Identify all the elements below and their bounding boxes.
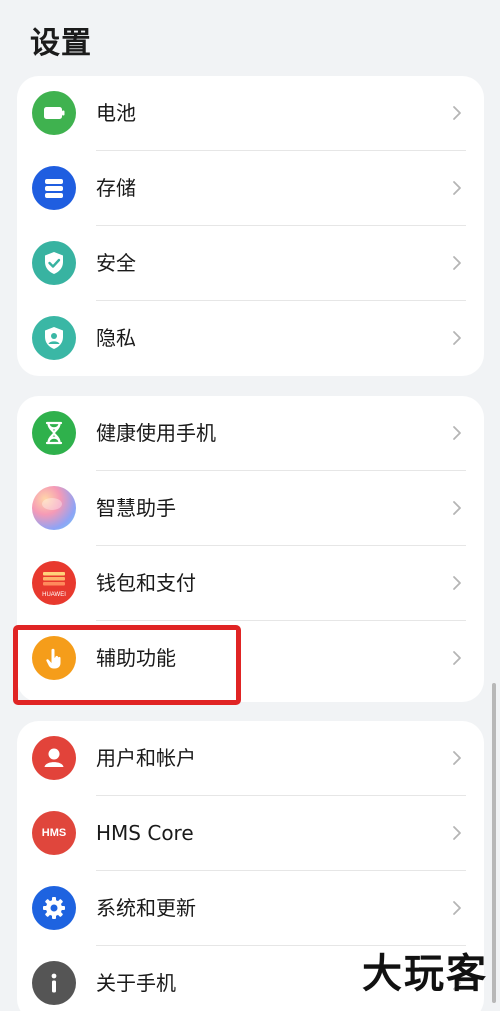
settings-item-label: 关于手机: [96, 971, 176, 995]
hms-icon: HMS: [32, 811, 76, 855]
storage-icon: [32, 166, 76, 210]
assistant-orb-icon: [32, 486, 76, 530]
settings-item-hms-core[interactable]: HMS HMS Core: [17, 796, 484, 871]
settings-group-features: 健康使用手机 智慧助手 HUAWEI 钱包和支付 辅助功能: [17, 396, 484, 702]
settings-item-security[interactable]: 安全: [17, 226, 484, 301]
wallet-icon: HUAWEI: [32, 561, 76, 605]
chevron-right-icon: [453, 751, 461, 765]
settings-item-label: 存储: [96, 176, 136, 200]
settings-page: 设置 电池 存储 安全 隐私 健康使用手机 智慧助手 HUAWEI 钱包和支付 …: [0, 0, 500, 1011]
scrollbar[interactable]: [492, 683, 496, 1003]
chevron-right-icon: [453, 256, 461, 270]
chevron-right-icon: [453, 331, 461, 345]
settings-item-label: 钱包和支付: [96, 571, 196, 595]
settings-item-label: 电池: [96, 101, 136, 125]
settings-item-label: 智慧助手: [96, 496, 176, 520]
settings-item-system-update[interactable]: 系统和更新: [17, 871, 484, 946]
settings-item-label: 用户和帐户: [96, 746, 196, 770]
chevron-right-icon: [453, 426, 461, 440]
settings-item-accessibility[interactable]: 辅助功能: [17, 621, 484, 696]
settings-item-wallet[interactable]: HUAWEI 钱包和支付: [17, 546, 484, 621]
shield-check-icon: [32, 241, 76, 285]
chevron-right-icon: [453, 106, 461, 120]
settings-item-label: HMS Core: [96, 821, 194, 845]
chevron-right-icon: [453, 181, 461, 195]
privacy-shield-icon: [32, 316, 76, 360]
accessibility-hand-icon: [32, 636, 76, 680]
chevron-right-icon: [453, 826, 461, 840]
hourglass-icon: [32, 411, 76, 455]
settings-item-smart-assistant[interactable]: 智慧助手: [17, 471, 484, 546]
chevron-right-icon: [453, 651, 461, 665]
chevron-right-icon: [453, 576, 461, 590]
chevron-right-icon: [453, 501, 461, 515]
info-icon: [32, 961, 76, 1005]
settings-item-label: 隐私: [96, 326, 136, 350]
settings-item-users-accounts[interactable]: 用户和帐户: [17, 721, 484, 796]
settings-item-battery[interactable]: 电池: [17, 76, 484, 151]
settings-item-storage[interactable]: 存储: [17, 151, 484, 226]
settings-item-label: 安全: [96, 251, 136, 275]
watermark: 大玩客: [362, 950, 488, 997]
settings-item-label: 系统和更新: [96, 896, 196, 920]
battery-icon: [32, 91, 76, 135]
hms-badge-text: HMS: [41, 827, 67, 839]
wallet-brand-badge: HUAWEI: [42, 592, 66, 598]
settings-item-privacy[interactable]: 隐私: [17, 301, 484, 376]
settings-item-digital-balance[interactable]: 健康使用手机: [17, 396, 484, 471]
settings-item-label: 健康使用手机: [96, 421, 216, 445]
chevron-right-icon: [453, 901, 461, 915]
user-icon: [32, 736, 76, 780]
settings-item-label: 辅助功能: [96, 646, 176, 670]
page-title: 设置: [30, 26, 92, 61]
settings-group-device: 电池 存储 安全 隐私: [17, 76, 484, 376]
gear-icon: [32, 886, 76, 930]
